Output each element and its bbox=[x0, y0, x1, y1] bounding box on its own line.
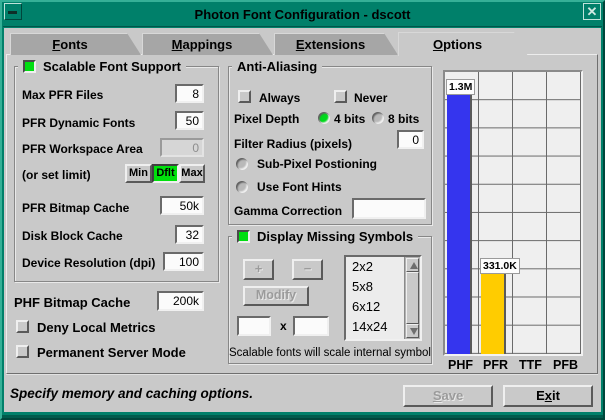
max-pfr-files-field[interactable] bbox=[175, 84, 204, 103]
pixel-depth-8bits-label: 8 bits bbox=[388, 112, 419, 126]
limit-max-button[interactable]: Max bbox=[179, 164, 205, 183]
display-missing-symbols-checkbox[interactable] bbox=[237, 230, 250, 243]
phf-bitmap-cache-label: PHF Bitmap Cache bbox=[14, 295, 130, 310]
never-label: Never bbox=[354, 91, 387, 105]
pfr-dynamic-fonts-field[interactable] bbox=[175, 111, 204, 130]
group-title: Display Missing Symbols bbox=[257, 229, 413, 244]
gamma-correction-field[interactable] bbox=[352, 198, 426, 219]
scalable-font-support-checkbox[interactable] bbox=[23, 60, 36, 73]
limit-dflt-button[interactable]: Dflt bbox=[152, 164, 179, 183]
chart-category-label: PHF bbox=[443, 358, 478, 372]
tab-fonts[interactable]: Fonts bbox=[10, 33, 141, 55]
cache-usage-chart: 1.3M 331.0K bbox=[443, 70, 583, 356]
gamma-correction-label: Gamma Correction bbox=[234, 204, 342, 218]
limit-min-button[interactable]: Min bbox=[125, 164, 152, 183]
pfr-workspace-area-field bbox=[160, 138, 204, 157]
pfr-bitmap-cache-field[interactable] bbox=[160, 196, 204, 215]
group-title: Scalable Font Support bbox=[43, 59, 181, 74]
button-label-pre: E bbox=[536, 388, 545, 403]
title-bar: Photon Font Configuration - dscott bbox=[3, 3, 602, 27]
pixel-depth-4bits-radio[interactable] bbox=[318, 112, 330, 124]
sub-pixel-positioning-radio[interactable] bbox=[236, 158, 248, 170]
minimize-button[interactable] bbox=[4, 3, 22, 20]
tab-label-post: ptions bbox=[443, 37, 482, 52]
chart-plot-area: 1.3M 331.0K bbox=[445, 72, 581, 354]
chart-category-label: PFB bbox=[548, 358, 583, 372]
status-text: Specify memory and caching options. bbox=[10, 386, 253, 401]
save-button: Save bbox=[403, 385, 493, 407]
device-resolution-label: Device Resolution (dpi) bbox=[22, 256, 155, 270]
disk-block-cache-label: Disk Block Cache bbox=[22, 229, 123, 243]
exit-button[interactable]: Exit bbox=[503, 385, 593, 407]
tab-extensions[interactable]: Extensions bbox=[274, 33, 398, 55]
filter-radius-label: Filter Radius (pixels) bbox=[234, 137, 352, 151]
pixel-depth-4bits-label: 4 bits bbox=[334, 112, 365, 126]
chart-category-axis: PHFPFRTTFPFB bbox=[443, 358, 583, 372]
pfr-workspace-area-label: PFR Workspace Area bbox=[22, 142, 143, 156]
tab-label-mnemonic: M bbox=[172, 37, 183, 52]
pfr-bitmap-cache-label: PFR Bitmap Cache bbox=[22, 201, 129, 215]
filter-radius-field[interactable] bbox=[397, 130, 424, 149]
use-font-hints-radio[interactable] bbox=[236, 181, 248, 193]
tab-mappings[interactable]: Mappings bbox=[142, 33, 273, 55]
symbol-add-button: + bbox=[243, 259, 274, 280]
always-label: Always bbox=[259, 91, 300, 105]
display-missing-symbols-legend: Display Missing Symbols bbox=[232, 229, 418, 244]
button-label-post: ave bbox=[441, 388, 463, 403]
dimension-separator-label: x bbox=[280, 319, 287, 333]
arrow-up-icon bbox=[410, 262, 418, 269]
scroll-up-button[interactable] bbox=[406, 258, 419, 272]
always-checkbox[interactable] bbox=[238, 90, 251, 103]
chart-category-label: TTF bbox=[513, 358, 548, 372]
tab-label-post: appings bbox=[183, 37, 233, 52]
chart-bar-value-label: 331.0K bbox=[480, 258, 520, 274]
pixel-depth-label: Pixel Depth bbox=[234, 112, 299, 126]
tab-label-post: xtensions bbox=[304, 37, 365, 52]
deny-local-metrics-checkbox[interactable] bbox=[16, 320, 29, 333]
symbol-size-listbox[interactable]: 2x2 5x8 6x12 14x24 bbox=[344, 255, 422, 341]
tab-label-mnemonic: O bbox=[433, 37, 443, 52]
chart-bar-phf bbox=[447, 95, 472, 354]
pixel-depth-8bits-radio[interactable] bbox=[372, 112, 384, 124]
symbol-width-field[interactable] bbox=[237, 316, 271, 336]
sub-pixel-positioning-label: Sub-Pixel Postioning bbox=[257, 157, 377, 171]
scrollbar[interactable] bbox=[404, 257, 420, 339]
tab-options[interactable]: Options bbox=[398, 32, 528, 56]
window-title: Photon Font Configuration - dscott bbox=[3, 3, 602, 27]
disk-block-cache-field[interactable] bbox=[175, 225, 204, 244]
max-pfr-files-label: Max PFR Files bbox=[22, 88, 103, 102]
deny-local-metrics-label: Deny Local Metrics bbox=[37, 320, 156, 335]
use-font-hints-label: Use Font Hints bbox=[257, 180, 342, 194]
missing-symbols-note: Scalable fonts will scale internal symbo… bbox=[228, 347, 432, 359]
scalable-font-support-legend: Scalable Font Support bbox=[18, 59, 186, 74]
minimize-icon bbox=[8, 11, 17, 14]
device-resolution-field[interactable] bbox=[163, 252, 204, 271]
button-label-mnemonic: x bbox=[545, 388, 552, 403]
button-label-post: it bbox=[552, 388, 560, 403]
chart-bar-pfr bbox=[481, 274, 506, 354]
scroll-down-button[interactable] bbox=[406, 324, 419, 338]
permanent-server-mode-checkbox[interactable] bbox=[16, 345, 29, 358]
close-button[interactable] bbox=[583, 3, 601, 20]
group-title: Anti-Aliasing bbox=[237, 59, 317, 74]
pfr-dynamic-fonts-label: PFR Dynamic Fonts bbox=[22, 116, 135, 130]
photon-font-configuration-window: Photon Font Configuration - dscott Fonts… bbox=[0, 0, 605, 420]
chart-bar-value-label: 1.3M bbox=[446, 79, 475, 95]
scrollbar-thumb[interactable] bbox=[406, 272, 419, 324]
symbol-height-field[interactable] bbox=[293, 316, 329, 336]
anti-aliasing-legend: Anti-Aliasing bbox=[232, 59, 322, 74]
chart-category-label: PFR bbox=[478, 358, 513, 372]
permanent-server-mode-label: Permanent Server Mode bbox=[37, 345, 186, 360]
symbol-modify-button: Modify bbox=[243, 286, 309, 306]
symbol-remove-button: − bbox=[292, 259, 323, 280]
never-checkbox[interactable] bbox=[334, 90, 347, 103]
phf-bitmap-cache-field[interactable] bbox=[157, 291, 204, 311]
or-set-limit-label: (or set limit) bbox=[22, 168, 91, 182]
tab-label-post: onts bbox=[60, 37, 87, 52]
arrow-down-icon bbox=[410, 328, 418, 335]
